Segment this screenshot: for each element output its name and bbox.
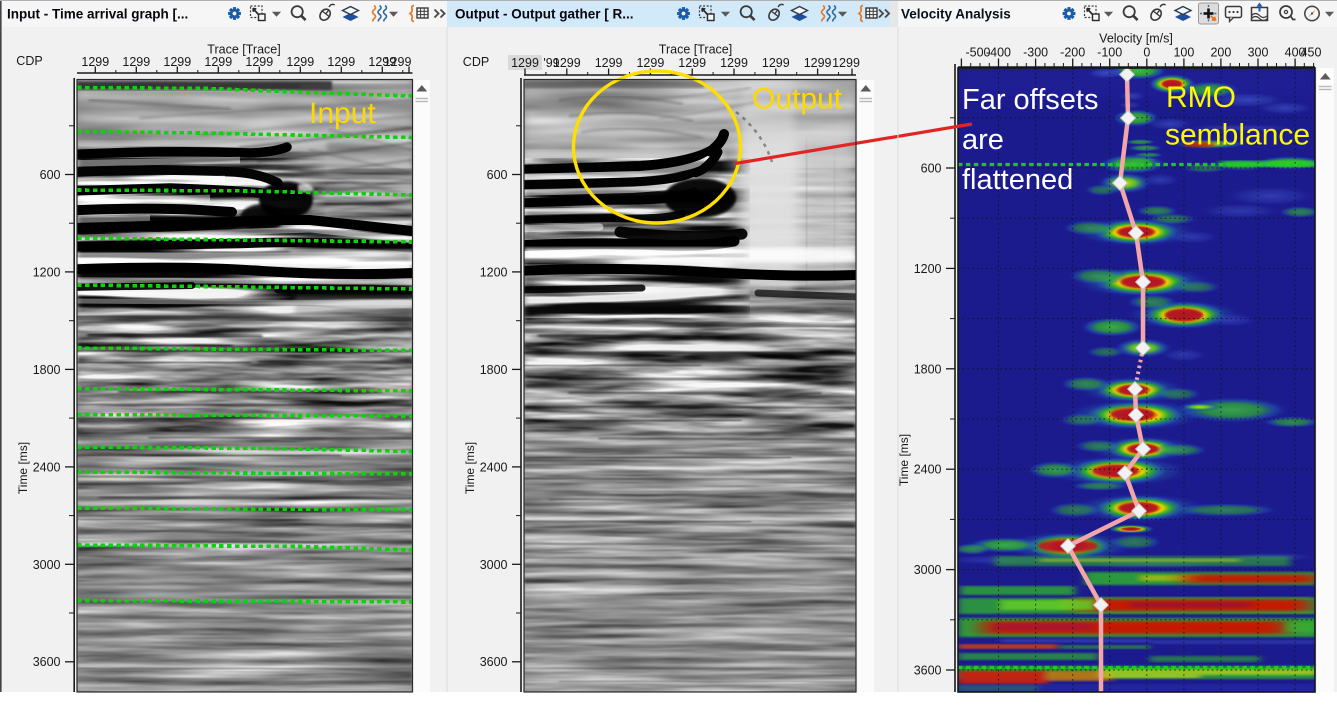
svg-text:600: 600 [40, 168, 61, 182]
svg-text:1299: 1299 [81, 55, 109, 69]
svg-text:600: 600 [487, 168, 508, 182]
svg-text:1299: 1299 [327, 55, 355, 69]
svg-text:1299: 1299 [286, 55, 314, 69]
svg-text:3000: 3000 [914, 563, 942, 577]
svg-text:300: 300 [1248, 46, 1269, 60]
svg-text:Output: Output [752, 83, 843, 116]
svg-text:200: 200 [1210, 46, 1231, 60]
svg-text:1299: 1299 [245, 55, 273, 69]
svg-text:3000: 3000 [480, 558, 508, 572]
svg-text:Input - Time arrival graph [..: Input - Time arrival graph [... [7, 7, 188, 22]
svg-text:Velocity [m/s]: Velocity [m/s] [1099, 32, 1173, 46]
svg-text:flattened: flattened [962, 164, 1073, 196]
svg-text:are: are [962, 124, 1004, 156]
svg-text:1200: 1200 [914, 262, 942, 276]
svg-text:1299: 1299 [163, 55, 191, 69]
svg-text:Far offsets: Far offsets [962, 84, 1098, 116]
svg-text:-200: -200 [1060, 46, 1085, 60]
svg-text:1800: 1800 [914, 362, 942, 376]
svg-text:CDP: CDP [463, 55, 489, 69]
svg-text:1299: 1299 [636, 56, 664, 70]
svg-text:100: 100 [1173, 46, 1194, 60]
svg-text:Output - Output gather [ R...: Output - Output gather [ R... [455, 7, 633, 22]
svg-text:-100: -100 [1097, 46, 1122, 60]
svg-text:semblance: semblance [1165, 119, 1310, 152]
svg-text:3000: 3000 [33, 558, 61, 572]
svg-text:Trace [Trace]: Trace [Trace] [659, 43, 732, 57]
svg-text:Trace [Trace]: Trace [Trace] [207, 43, 280, 57]
svg-text:Velocity Analysis: Velocity Analysis [901, 7, 1011, 22]
svg-text:'99: '99 [543, 56, 559, 70]
svg-text:3600: 3600 [480, 655, 508, 669]
svg-text:Time [ms]: Time [ms] [16, 442, 30, 494]
svg-text:0: 0 [1143, 46, 1150, 60]
svg-text:-500: -500 [965, 46, 990, 60]
svg-text:600: 600 [921, 162, 942, 176]
svg-text:1299: 1299 [595, 56, 623, 70]
svg-text:Time [ms]: Time [ms] [463, 442, 477, 494]
svg-text:450: 450 [1301, 46, 1322, 60]
svg-text:CDP: CDP [16, 54, 42, 68]
svg-text:1299: 1299 [832, 56, 860, 70]
svg-text:1299: 1299 [122, 55, 150, 69]
svg-text:1299: 1299 [678, 56, 706, 70]
svg-text:1299: 1299 [511, 56, 539, 70]
svg-text:1299: 1299 [204, 55, 232, 69]
svg-text:1800: 1800 [33, 363, 61, 377]
svg-text:-300: -300 [1023, 46, 1048, 60]
svg-text:1299: 1299 [762, 56, 790, 70]
svg-text:1299: 1299 [804, 56, 832, 70]
svg-text:2400: 2400 [480, 460, 508, 474]
svg-text:RMO: RMO [1166, 81, 1236, 114]
svg-text:2400: 2400 [914, 463, 942, 477]
svg-text:1299: 1299 [384, 55, 412, 69]
svg-text:1800: 1800 [480, 363, 508, 377]
svg-text:2400: 2400 [33, 460, 61, 474]
svg-text:1200: 1200 [480, 265, 508, 279]
svg-text:3600: 3600 [33, 655, 61, 669]
svg-text:Time [ms]: Time [ms] [897, 434, 911, 486]
svg-text:Input: Input [309, 97, 376, 130]
svg-text:3600: 3600 [914, 664, 942, 678]
svg-text:1299: 1299 [720, 56, 748, 70]
svg-text:1200: 1200 [33, 265, 61, 279]
